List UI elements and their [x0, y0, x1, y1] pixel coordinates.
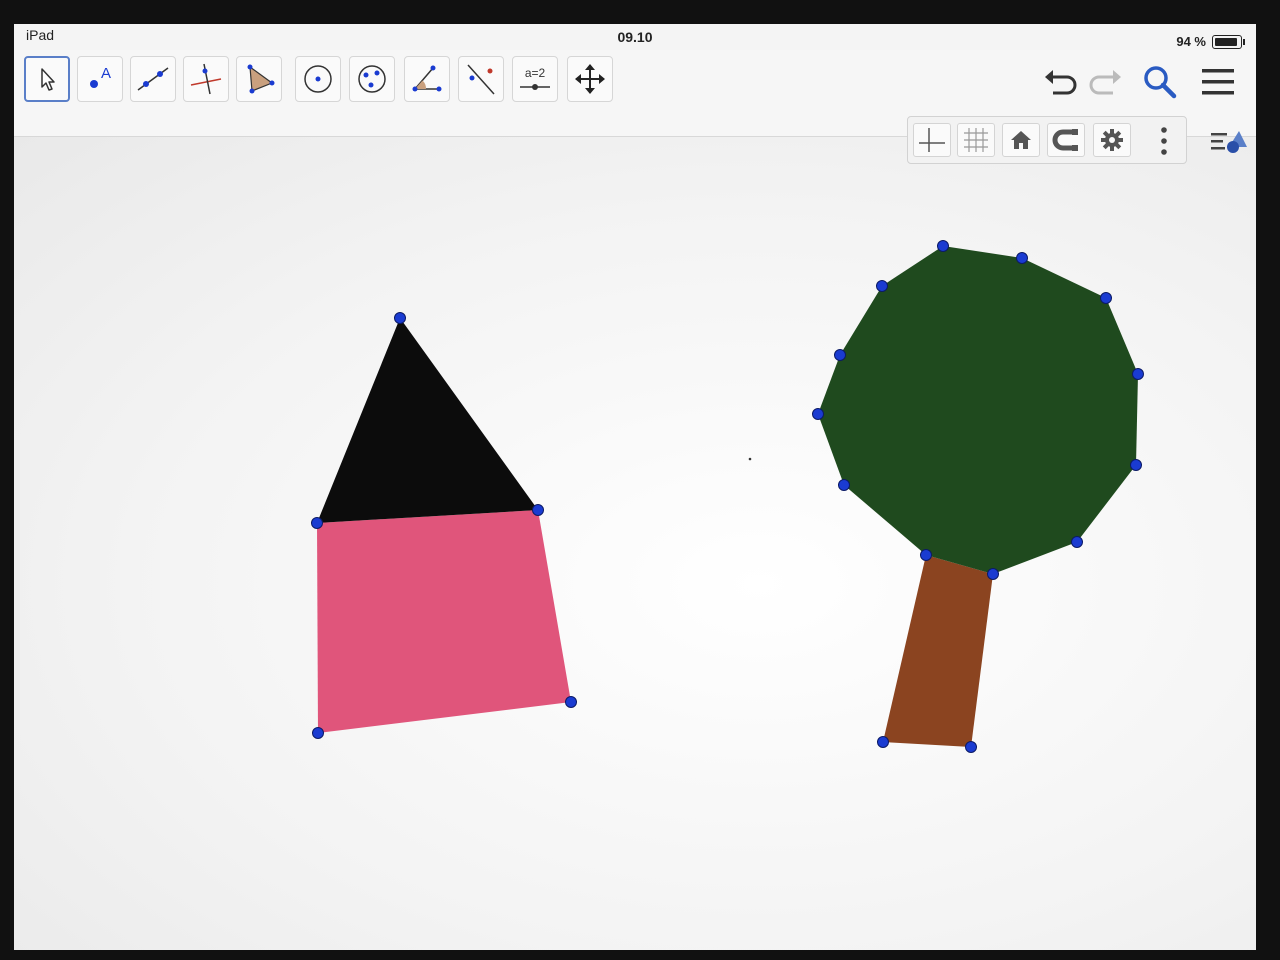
- vertex-point[interactable]: [1132, 368, 1144, 380]
- vertex-point[interactable]: [394, 312, 406, 324]
- vertex-point[interactable]: [532, 504, 544, 516]
- vertex-point[interactable]: [876, 280, 888, 292]
- gear-icon: [1101, 129, 1123, 151]
- point-tool[interactable]: A: [77, 56, 123, 102]
- hamburger-menu-icon: [1202, 69, 1234, 95]
- vertex-point[interactable]: [812, 408, 824, 420]
- circle-center-point-tool[interactable]: [295, 56, 341, 102]
- vertex-point[interactable]: [1130, 459, 1142, 471]
- battery-percent: 94 %: [1176, 34, 1206, 49]
- magnet-icon: [1052, 129, 1078, 151]
- construction-drawing: [311, 240, 1144, 753]
- polygon-tool[interactable]: [236, 56, 282, 102]
- slider-tool[interactable]: a=2: [512, 56, 558, 102]
- point-capturing-button[interactable]: [1047, 123, 1085, 157]
- search-button[interactable]: [1140, 62, 1180, 102]
- angle-tool[interactable]: [404, 56, 450, 102]
- ipad-screen: iPad 09.10 94 % A a=2: [14, 24, 1256, 950]
- perpendicular-line-tool[interactable]: [183, 56, 229, 102]
- vertex-point[interactable]: [937, 240, 949, 252]
- redo-button[interactable]: [1086, 62, 1126, 102]
- move-cross-icon: [575, 64, 605, 94]
- axes-icon: [919, 128, 945, 152]
- style-bar-toggle[interactable]: [1209, 127, 1249, 162]
- standard-view-button[interactable]: [1002, 123, 1040, 157]
- move-tool[interactable]: [24, 56, 70, 102]
- undo-icon: [1045, 70, 1077, 95]
- vertex-point[interactable]: [1016, 252, 1028, 264]
- axes-toggle[interactable]: [913, 123, 951, 157]
- grid-toggle[interactable]: [957, 123, 995, 157]
- menu-button[interactable]: [1198, 62, 1238, 102]
- undo-button[interactable]: [1040, 62, 1080, 102]
- vertex-point[interactable]: [877, 736, 889, 748]
- slider-icon: [520, 84, 550, 90]
- triangle-polygon-icon: [247, 64, 275, 94]
- grid-icon: [964, 128, 988, 152]
- pointer-arrow-icon: [41, 68, 55, 91]
- graphics-view[interactable]: [14, 137, 1256, 950]
- angle-icon: [412, 65, 442, 92]
- line-tool[interactable]: [130, 56, 176, 102]
- vertex-point[interactable]: [1071, 536, 1083, 548]
- move-graphics-view-tool[interactable]: [567, 56, 613, 102]
- clock: 09.10: [617, 29, 653, 45]
- vertex-point[interactable]: [1100, 292, 1112, 304]
- circle-three-points-icon: [358, 65, 386, 93]
- vertex-point[interactable]: [987, 568, 999, 580]
- tree-foliage-polygon[interactable]: [818, 246, 1138, 574]
- vertex-point[interactable]: [565, 696, 577, 708]
- point-a-icon: A: [90, 65, 111, 88]
- line-through-points-icon: [137, 67, 169, 91]
- vertex-point[interactable]: [920, 549, 932, 561]
- style-bar-toggle-icon: [1211, 131, 1247, 153]
- tree-trunk-polygon[interactable]: [883, 555, 993, 747]
- vertex-point[interactable]: [312, 727, 324, 739]
- vertex-point[interactable]: [965, 741, 977, 753]
- graphics-settings-button[interactable]: [1093, 123, 1131, 157]
- home-icon: [1011, 131, 1031, 149]
- circle-center-icon: [304, 65, 332, 93]
- circle-three-points-tool[interactable]: [349, 56, 395, 102]
- perpendicular-line-icon: [190, 63, 222, 95]
- vertical-dots-icon: [1161, 127, 1167, 155]
- reflect-tool[interactable]: [458, 56, 504, 102]
- stray-dot: [748, 457, 752, 461]
- battery-indicator: 94 %: [1176, 34, 1245, 49]
- more-options-button[interactable]: [1158, 125, 1170, 162]
- svg-text:A: A: [101, 65, 111, 82]
- battery-icon: [1212, 34, 1245, 49]
- redo-icon: [1089, 70, 1121, 95]
- graphics-style-bar: [907, 116, 1187, 164]
- vertex-point[interactable]: [311, 517, 323, 529]
- reflect-line-icon: [467, 64, 495, 95]
- status-bar: iPad 09.10 94 %: [14, 24, 1256, 50]
- slider-label: a=2: [524, 66, 546, 80]
- vertex-point[interactable]: [834, 349, 846, 361]
- vertex-point[interactable]: [838, 479, 850, 491]
- search-icon: [1144, 66, 1177, 99]
- house-roof-triangle[interactable]: [317, 318, 538, 523]
- house-wall-polygon[interactable]: [317, 510, 571, 733]
